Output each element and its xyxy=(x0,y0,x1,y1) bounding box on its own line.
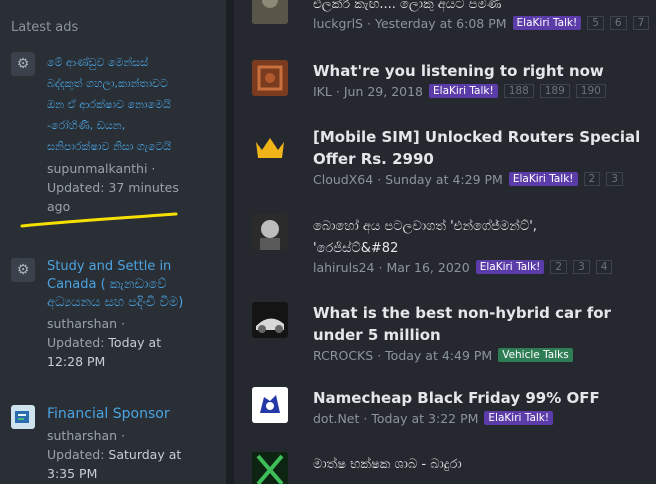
ad-user[interactable]: sutharshan xyxy=(47,428,117,443)
thread-date[interactable]: Today at 3:22 PM xyxy=(371,411,478,426)
user-avatar[interactable] xyxy=(252,387,288,423)
thread-author[interactable]: CloudX64 xyxy=(313,172,373,187)
brand-logo-icon xyxy=(11,405,35,429)
sidebar-title: Latest ads xyxy=(11,20,79,35)
thread-date[interactable]: Jun 29, 2018 xyxy=(344,84,423,99)
page-link[interactable]: 2 xyxy=(550,260,568,274)
thread-author[interactable]: luckgrlS xyxy=(313,16,363,31)
thread-title[interactable]: [Mobile SIM] Unlocked Routers Special Of… xyxy=(313,126,643,170)
thread-tag[interactable]: ElaKiri Talk! xyxy=(475,260,545,274)
ad-title-link[interactable]: Financial Sponsor xyxy=(47,405,187,424)
user-avatar[interactable] xyxy=(252,60,288,96)
page-link[interactable]: 189 xyxy=(539,84,570,98)
column-divider xyxy=(226,0,234,484)
user-avatar[interactable] xyxy=(252,214,288,250)
thread-date[interactable]: Yesterday at 6:08 PM xyxy=(375,16,507,31)
thread-date[interactable]: Sunday at 4:29 PM xyxy=(385,172,503,187)
thread-title[interactable]: බොහෝ අය පටලවාගත් 'එන්ගේජ්මන්ට්', 'රෙජිස්… xyxy=(313,216,583,260)
latest-ads-sidebar: Latest ads ⚙ මේ ආණ්ඩුව මෙන්සස් බද්දකුත් … xyxy=(0,0,226,484)
page-link[interactable]: 7 xyxy=(632,16,650,30)
thread-title[interactable]: Namecheap Black Friday 99% OFF xyxy=(313,387,643,409)
thread-tag[interactable]: ElaKiri Talk! xyxy=(484,411,554,425)
gear-icon: ⚙ xyxy=(11,52,35,76)
thread-title[interactable]: මාත්ෂ භක්ෂක ශාබ - බාදුරා xyxy=(313,454,643,476)
thread-author[interactable]: dot.Net xyxy=(313,411,359,426)
gear-icon: ⚙ xyxy=(11,258,35,282)
thread-tag[interactable]: ElaKiri Talk! xyxy=(512,16,582,30)
ad-title-link[interactable]: මේ ආණ්ඩුව මෙන්සස් බද්දකුත් ගහලා,කාන්තාවට… xyxy=(47,52,187,157)
user-avatar[interactable] xyxy=(252,0,288,24)
page-link[interactable]: 3 xyxy=(606,172,623,186)
user-avatar[interactable] xyxy=(252,302,288,338)
ad-title-link[interactable]: Study and Settle in Canada ( කැනඩාවේ අධ්… xyxy=(47,258,187,312)
page-link[interactable]: 4 xyxy=(595,260,613,274)
page-link[interactable]: 190 xyxy=(575,84,606,98)
thread-author[interactable]: lahiruls24 xyxy=(313,260,374,275)
thread-list: එලක්රි කැඟ.... ලොකු අයට පමණ luckgrlS · Ye… xyxy=(234,0,656,484)
ad-updated: Updated: 37 minutes ago xyxy=(47,180,179,214)
thread-date[interactable]: Today at 4:49 PM xyxy=(385,348,492,363)
page-link[interactable]: 5 xyxy=(587,16,604,30)
page-link[interactable]: 3 xyxy=(573,260,590,274)
page-link[interactable]: 2 xyxy=(583,172,601,186)
page-link[interactable]: 188 xyxy=(503,84,534,98)
ad-user[interactable]: supunmalkanthi xyxy=(47,161,147,176)
user-avatar[interactable] xyxy=(252,452,288,484)
ad-updated-label: Updated: xyxy=(47,335,105,350)
thread-tag[interactable]: ElaKiri Talk! xyxy=(508,172,578,186)
thread-author[interactable]: RCROCKS xyxy=(313,348,373,363)
thread-title[interactable]: What're you listening to right now xyxy=(313,60,643,82)
user-avatar[interactable] xyxy=(252,130,288,166)
thread-title[interactable]: What is the best non-hybrid car for unde… xyxy=(313,302,643,346)
ad-user[interactable]: sutharshan xyxy=(47,316,117,331)
thread-date[interactable]: Mar 16, 2020 xyxy=(386,260,469,275)
ad-updated-label: Updated: xyxy=(47,447,105,462)
page-link[interactable]: 6 xyxy=(609,16,627,30)
thread-author[interactable]: IKL xyxy=(313,84,332,99)
thread-tag[interactable]: ElaKiri Talk! xyxy=(429,84,498,98)
thread-tag[interactable]: Vehicle Talks xyxy=(498,348,573,362)
